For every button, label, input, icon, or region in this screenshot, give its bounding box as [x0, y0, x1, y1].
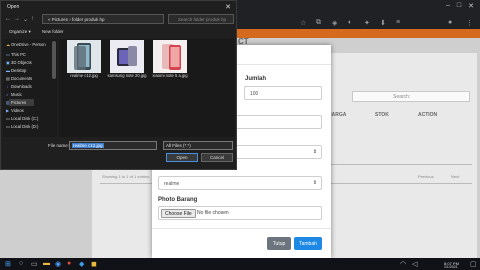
phone-image-icon [117, 46, 137, 66]
task-view-icon[interactable]: ▭ [31, 260, 38, 268]
nav-item-documents[interactable]: Documents [11, 76, 32, 81]
taskbar: ⊞ ○ ▭ ▬ ◉ ● ◆ ◼ ◠ ◁ 8:07 PM 1/1/2021 ▢ [0, 258, 480, 270]
extension-icon[interactable]: ⧉ [316, 19, 321, 27]
search-icon[interactable]: ○ [19, 260, 23, 267]
pagination-previous[interactable]: Previous [418, 174, 434, 179]
desktop-icon: ▬ [6, 68, 10, 73]
chevron-down-icon: ⇕ [312, 180, 317, 186]
file-name-realme[interactable]: realme c12.jpg [63, 73, 105, 78]
forward-icon[interactable]: → [14, 16, 20, 22]
maximize-icon[interactable]: □ [457, 2, 461, 10]
volume-icon[interactable]: ◁ [412, 260, 417, 268]
file-name-samsung[interactable]: samsung note 20.jpg [106, 73, 148, 78]
nav-item-this-pc[interactable]: This PC [11, 52, 26, 57]
cube-icon: ▣ [6, 60, 10, 65]
close-icon[interactable]: ✕ [225, 3, 231, 11]
phone-image-icon [162, 44, 181, 70]
merek-select[interactable]: realme ⇕ [158, 176, 322, 190]
profile-avatar[interactable]: ● [448, 19, 452, 26]
browser-icon[interactable]: ◉ [55, 260, 61, 268]
photo-file-input[interactable]: Choose File No file chosen [158, 206, 322, 220]
notification-icon[interactable]: ▢ [470, 260, 477, 268]
choose-file-button[interactable]: Choose File [161, 209, 196, 218]
nav-item-pictures[interactable]: Pictures [9, 99, 35, 106]
file-thumbnail-samsung[interactable] [110, 40, 144, 73]
file-name-label: File name: [48, 143, 70, 148]
cloud-icon: ☁ [6, 42, 10, 47]
close-modal-button[interactable]: Tutup [267, 237, 291, 250]
document-icon: ▤ [6, 76, 10, 81]
translate-icon[interactable]: ◐ [348, 19, 352, 26]
up-icon[interactable]: ↑ [31, 16, 34, 22]
star-icon[interactable]: ☆ [300, 19, 306, 27]
organize-button[interactable]: Organize ▾ [9, 29, 31, 35]
dialog-search-input[interactable]: Search folder produk hp [168, 14, 234, 24]
app-icon[interactable]: ● [67, 260, 71, 267]
cancel-button[interactable]: Cancel [201, 153, 233, 162]
video-icon: ▶ [6, 108, 10, 113]
shield-icon[interactable]: ◈ [332, 19, 337, 27]
window-controls: – □ ✕ [446, 2, 474, 10]
jumlah-label: Jumlah [245, 76, 267, 82]
nav-scrollbar[interactable] [52, 41, 56, 79]
app-icon[interactable]: ◼ [91, 260, 97, 268]
drive-icon: ▭ [6, 116, 10, 121]
column-header-stok: STOK [375, 112, 389, 118]
nav-item-desktop[interactable]: Desktop [11, 68, 26, 73]
chevron-down-icon: ⇕ [312, 149, 317, 155]
file-thumbnail-realme[interactable] [67, 40, 101, 73]
entries-info: Showing 1 to 1 of 1 entries [102, 174, 150, 179]
file-type-filter[interactable]: All Files (*.*) [163, 141, 233, 150]
jumlah-input[interactable]: 100 [244, 86, 322, 100]
nav-item-downloads[interactable]: Downloads [11, 84, 32, 89]
nav-item-3d-objects[interactable]: 3D Objects [11, 60, 32, 65]
modal-footer-divider [152, 228, 331, 229]
puzzle-icon[interactable]: ✦ [364, 19, 370, 27]
file-explorer-icon[interactable]: ▬ [43, 260, 50, 267]
file-name-xiaomi[interactable]: xiaomi note 5 a.jpg [149, 73, 191, 78]
media-icon[interactable]: ≡ [396, 19, 400, 26]
network-icon[interactable]: ◠ [400, 260, 406, 268]
windows-start-icon[interactable]: ⊞ [5, 260, 11, 268]
column-header-action: ACTION [418, 112, 438, 118]
pagination-next[interactable]: Next [451, 174, 459, 179]
nav-item-music[interactable]: Music [11, 92, 22, 97]
vscode-icon[interactable]: ◆ [79, 260, 84, 268]
dialog-title: Open [7, 4, 20, 10]
navigation-pane: ☁ OneDrive - Person ▭ This PC ▣ 3D Objec… [3, 39, 57, 137]
address-bar[interactable]: « Pictures › folder produk hp [42, 14, 164, 24]
nav-item-videos[interactable]: Videos [11, 108, 24, 113]
back-icon[interactable]: ← [5, 16, 11, 22]
phone-image-icon [74, 43, 91, 70]
nav-item-onedrive[interactable]: OneDrive - Person [11, 42, 46, 47]
new-folder-button[interactable]: New folder [42, 29, 64, 34]
taskbar-date[interactable]: 1/1/2021 [444, 265, 458, 269]
merek-value: realme [164, 181, 180, 187]
no-file-text: No file chosen [197, 210, 229, 216]
close-icon[interactable]: ✕ [468, 2, 474, 10]
file-name-value: realme c12.jpg [72, 143, 104, 148]
download-icon[interactable]: ⬇ [380, 19, 386, 27]
drive-icon: ▭ [6, 124, 10, 129]
computer-icon: ▭ [6, 52, 10, 57]
open-file-dialog: Open ✕ ← → ⌄ ↑ « Pictures › folder produ… [0, 0, 237, 170]
file-thumbnail-xiaomi[interactable] [153, 40, 187, 73]
chevron-down-icon[interactable]: ⌄ [23, 16, 28, 23]
nav-item-local-disk-c[interactable]: Local Disk (C:) [11, 116, 38, 121]
file-name-input[interactable]: realme c12.jpg [69, 141, 157, 150]
table-search-input[interactable]: Search: [352, 91, 470, 102]
menu-dots-icon[interactable]: ⋮ [466, 19, 473, 27]
music-icon: ♪ [6, 92, 8, 97]
download-icon: ↓ [6, 84, 8, 89]
minimize-icon[interactable]: – [446, 2, 450, 10]
add-button[interactable]: Tambah [294, 237, 322, 250]
photo-label: Photo Barang [158, 197, 198, 203]
open-button[interactable]: Open [166, 153, 198, 162]
nav-item-local-disk-d[interactable]: Local Disk (D:) [11, 124, 38, 129]
